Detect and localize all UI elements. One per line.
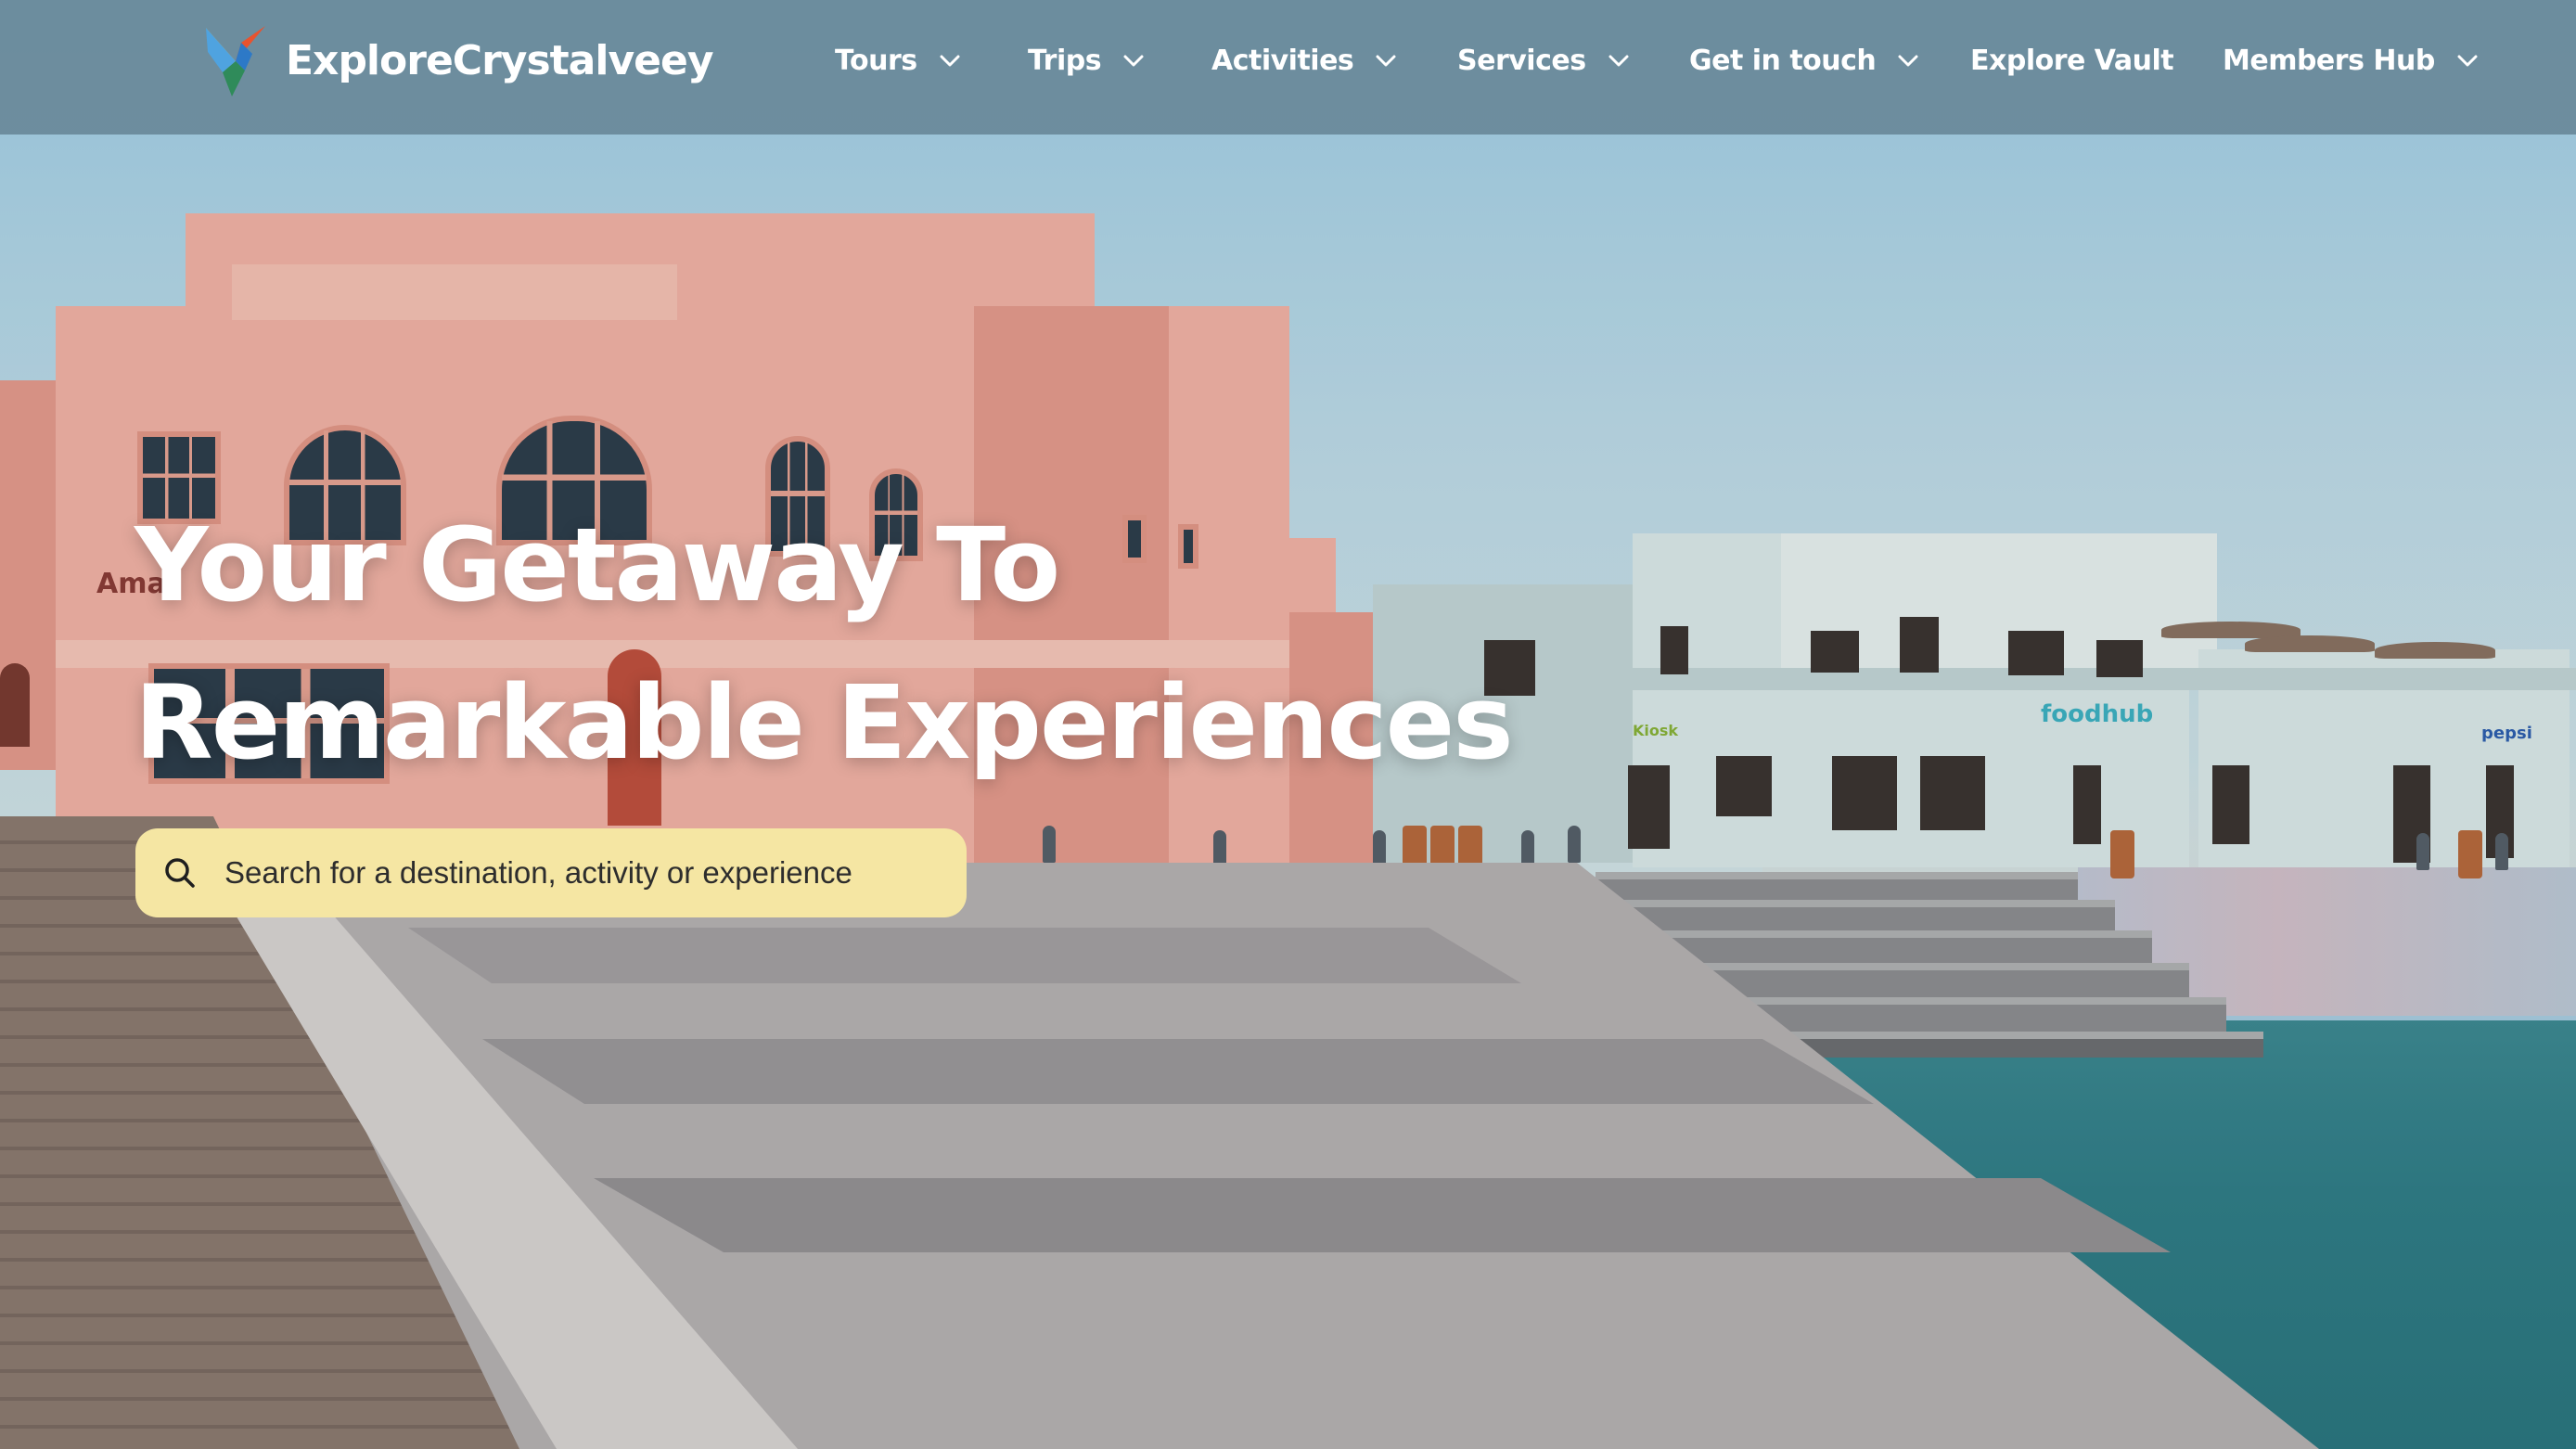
nav-item-label: Members Hub <box>2223 44 2435 77</box>
nav-item-label: Trips <box>1028 44 1102 77</box>
nav-item-explore-vault[interactable]: Explore Vault <box>1970 37 2174 83</box>
chevron-down-icon <box>1123 55 1144 67</box>
page: Ama foodhub Kiosk pepsi ExploreCrystalve… <box>0 0 2576 1449</box>
hero-headline-line-2: Remarkable Experiences <box>135 663 1514 782</box>
search-icon <box>165 858 195 888</box>
chevron-down-icon <box>1608 55 1629 67</box>
nav-item-tours[interactable]: Tours <box>835 37 962 83</box>
nav-item-services[interactable]: Services <box>1457 37 1631 83</box>
nav-item-label: Get in touch <box>1689 44 1877 77</box>
nav-item-get-in-touch[interactable]: Get in touch <box>1689 37 1920 83</box>
nav-item-label: Services <box>1457 44 1586 77</box>
chevron-down-icon <box>2457 55 2478 67</box>
brand-name[interactable]: ExploreCrystalveey <box>286 33 713 89</box>
top-navigation-bar: ExploreCrystalveey Tours Trips Activitie… <box>0 0 2576 135</box>
chevron-down-icon <box>1376 55 1396 67</box>
chevron-down-icon <box>940 55 960 67</box>
search-placeholder: Search for a destination, activity or ex… <box>224 855 852 890</box>
nav-item-activities[interactable]: Activities <box>1211 37 1398 83</box>
nav-item-label: Tours <box>835 44 917 77</box>
nav-item-members-hub[interactable]: Members Hub <box>2223 37 2480 83</box>
bird-logo-icon[interactable] <box>199 24 273 98</box>
hero-headline-line-1: Your Getaway To <box>135 506 1060 624</box>
chevron-down-icon <box>1898 55 1918 67</box>
nav-item-label: Activities <box>1211 44 1354 77</box>
nav-item-label: Explore Vault <box>1970 44 2174 77</box>
search-input[interactable]: Search for a destination, activity or ex… <box>135 828 967 917</box>
nav-item-trips[interactable]: Trips <box>1028 37 1146 83</box>
